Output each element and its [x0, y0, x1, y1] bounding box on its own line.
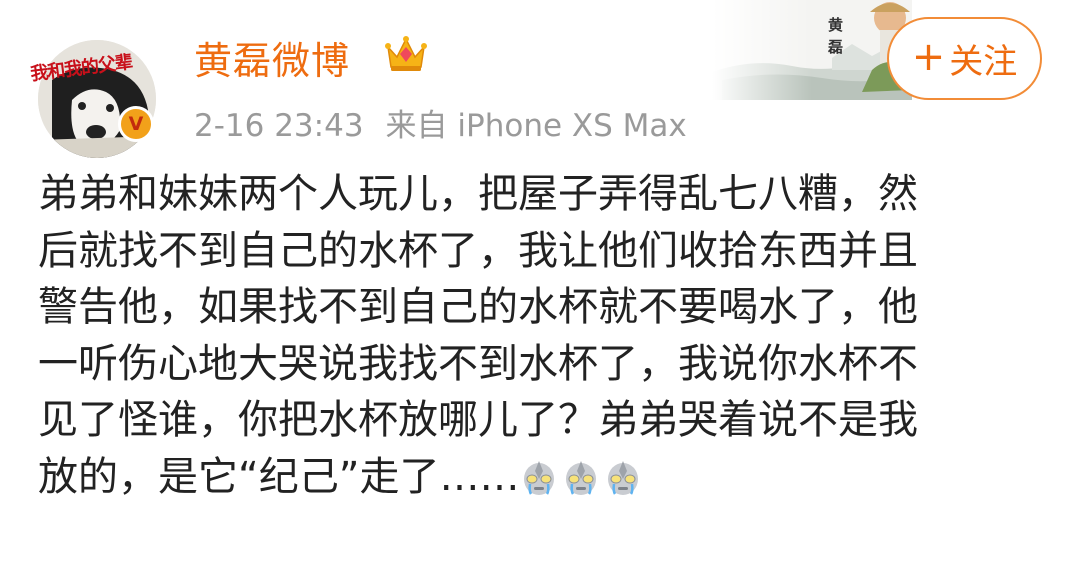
plus-icon: +: [911, 34, 946, 80]
ultraman-crying-icon: [524, 460, 555, 495]
banner-text: 黄磊: [828, 16, 844, 56]
post-source: 来自 iPhone XS Max: [385, 108, 687, 144]
header-banner-image: [712, 0, 912, 100]
ultraman-crying-icon: [608, 460, 639, 495]
post-text-line: 弟弟和妹妹两个人玩儿，把屋子弄得乱七八糟，然: [38, 171, 918, 217]
vip-crown-icon: [385, 36, 427, 71]
post-text-line: 警告他，如果找不到自己的水杯就不要喝水了，他: [38, 284, 918, 330]
verified-badge-icon: V: [118, 106, 154, 142]
post-time: 2-16 23:43: [194, 108, 364, 144]
ultraman-crying-icon: [566, 460, 597, 495]
avatar[interactable]: 我和我的父辈 V: [29, 40, 156, 158]
post-text-line: 一听伤心地大哭说我找不到水杯了，我说你水杯不: [38, 340, 918, 387]
post-text-line: 见了怪谁，你把水杯放哪儿了？弟弟哭着说不是我: [38, 397, 918, 443]
post-text-last-line: 放的，是它“纪己”走了……: [38, 449, 1048, 506]
post-text-line: 放的，是它“纪己”走了……: [38, 453, 520, 500]
follow-button[interactable]: + 关注: [887, 17, 1042, 100]
post-text-line: 后就找不到自己的水杯了，我让他们收拾东西并且: [38, 227, 918, 274]
follow-label: 关注: [949, 42, 1018, 82]
post-meta: 2-16 23:43 来自 iPhone XS Max: [194, 100, 687, 145]
user-name[interactable]: 黄磊微博: [194, 30, 350, 85]
weibo-post-card: 黄磊 我和我的父辈 V 黄磊微博 2-16 23:43 来自 iPhone XS …: [0, 0, 1079, 565]
post-text: 弟弟和妹妹两个人玩儿，把屋子弄得乱七八糟，然 后就找不到自己的水杯了，我让他们收…: [38, 166, 1048, 505]
